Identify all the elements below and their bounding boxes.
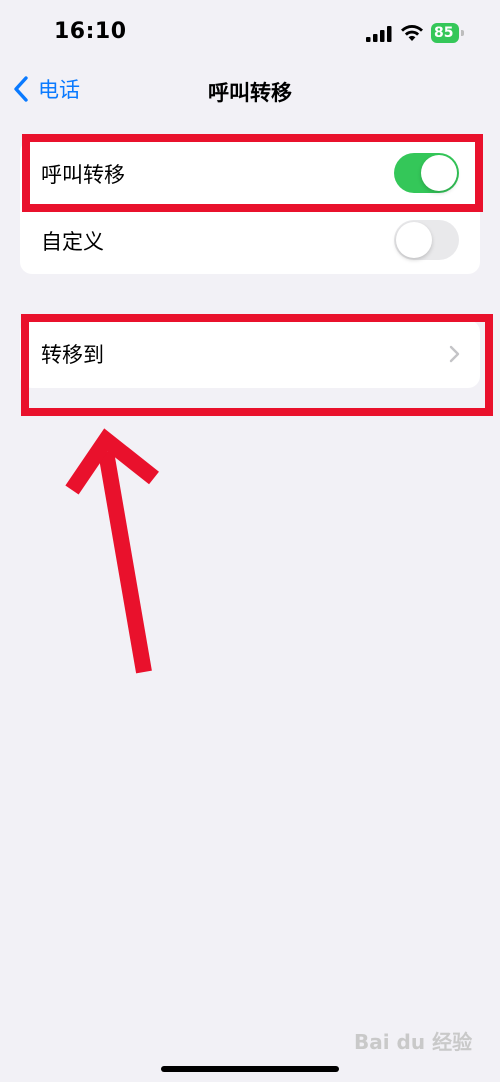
home-indicator[interactable] [161,1066,339,1072]
custom-row: 自定义 [20,207,480,274]
navigation-bar: 电话 呼叫转移 [0,66,500,116]
cellular-signal-icon [366,26,392,42]
battery-level: 85 [431,23,459,43]
highlight-box-call-forwarding [22,134,483,212]
wifi-icon [401,25,423,41]
status-bar: 16:10 85 [0,0,500,66]
battery-tip [461,30,464,36]
highlight-box-forward-to [21,314,493,416]
toggle-knob [396,222,432,258]
custom-toggle[interactable] [394,220,459,260]
watermark: Bai du 经验 [354,1030,473,1054]
battery-charging-icon: 85 [431,23,465,43]
custom-label: 自定义 [41,229,104,254]
status-time: 16:10 [54,19,127,44]
page-title: 呼叫转移 [208,81,292,105]
